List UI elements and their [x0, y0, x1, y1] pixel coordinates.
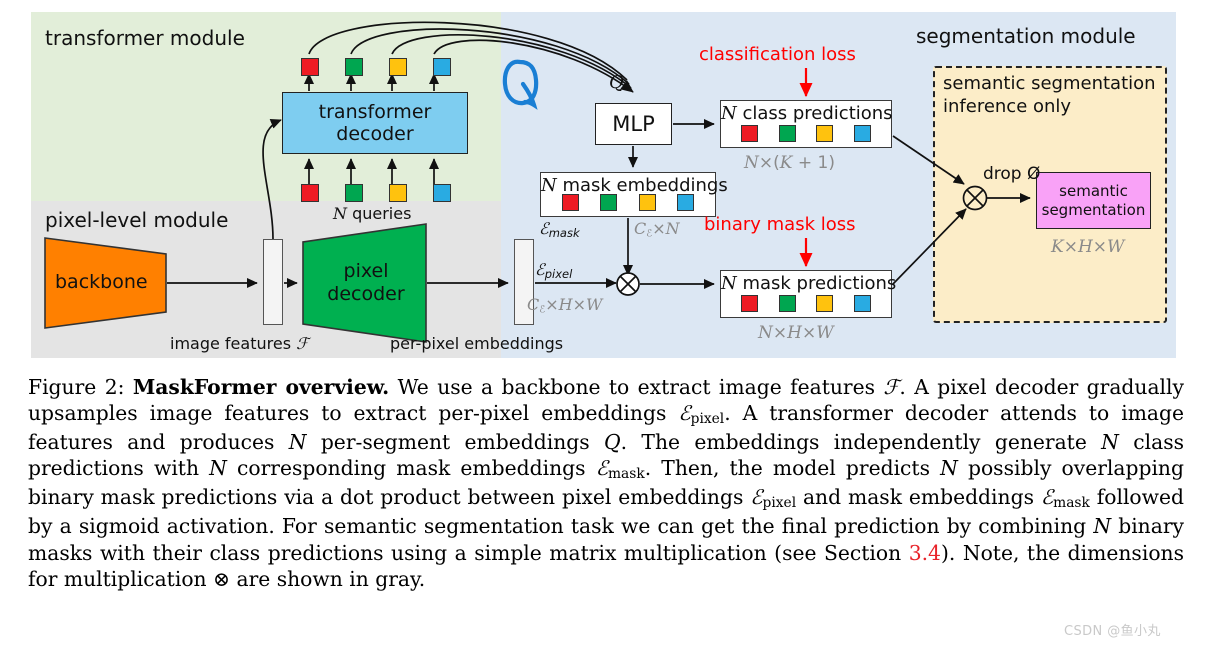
transformer-module-label: transformer module — [45, 26, 245, 50]
chip-yellow — [816, 295, 834, 312]
mask-predictions-title: N mask predictions — [721, 273, 897, 294]
caption-section-ref[interactable]: 3.4 — [909, 541, 941, 565]
chip-green — [345, 184, 363, 202]
chip-blue — [853, 125, 871, 142]
class-predictions-dim: N×(K + 1) — [744, 153, 835, 173]
chip-yellow — [638, 194, 656, 211]
chip-red — [741, 125, 759, 142]
backbone-label: backbone — [55, 271, 148, 293]
c-e-by-h-by-w-dim: Cℰ×H×W — [527, 295, 603, 316]
query-chips — [301, 184, 451, 202]
mask-embeddings-box: N mask embeddings — [540, 172, 728, 217]
n-queries-label: N queries — [333, 204, 412, 223]
chip-blue — [677, 194, 695, 211]
image-features-label: image features ℱ — [170, 334, 309, 353]
watermark: CSDN @鱼小丸 — [1064, 624, 1161, 639]
c-e-by-n-dim: Cℰ×N — [634, 219, 680, 240]
mask-predictions-dim: N×H×W — [758, 323, 834, 343]
figure-caption: Figure 2: MaskFormer overview. We use a … — [28, 375, 1185, 591]
pixel-decoder-label: pixel decoder — [323, 260, 409, 306]
mlp-box: MLP — [595, 103, 672, 145]
chip-red — [741, 295, 759, 312]
mask-predictions-box: N mask predictions — [720, 270, 897, 318]
chip-red — [301, 58, 319, 76]
chip-green — [778, 125, 796, 142]
binary-mask-loss-label: binary mask loss — [704, 214, 856, 235]
mask-embeddings-chips — [541, 194, 715, 211]
chip-green — [345, 58, 363, 76]
chip-red — [561, 194, 579, 211]
semantic-segmentation-line1: semantic — [1059, 181, 1128, 200]
transformer-decoder-line2: decoder — [336, 123, 414, 145]
e-pixel-label: ℰpixel — [535, 260, 573, 281]
per-pixel-embeddings-label: per-pixel embeddings — [390, 334, 564, 353]
semantic-segmentation-box: semantic segmentation — [1036, 172, 1151, 229]
chip-red — [301, 184, 319, 202]
e-mask-label: ℰmask — [539, 219, 580, 240]
chip-green — [778, 295, 796, 312]
transformer-decoder-box: transformer decoder — [282, 92, 468, 154]
inference-line1: semantic segmentation — [943, 73, 1156, 94]
pixel-level-module-label: pixel-level module — [45, 208, 229, 232]
mask-predictions-chips — [721, 295, 891, 312]
chip-yellow — [389, 58, 407, 76]
q-symbol-label: 𝑄 — [609, 72, 624, 93]
figure-diagram: transformer module pixel-level module se… — [31, 12, 1176, 358]
classification-loss-label: classification loss — [699, 44, 856, 65]
decoder-output-chips — [301, 58, 451, 76]
pixel-decoder-line1: pixel — [343, 260, 389, 282]
class-predictions-box: N class predictions — [720, 100, 893, 148]
class-predictions-title: N class predictions — [721, 103, 893, 124]
mask-embeddings-title: N mask embeddings — [541, 175, 728, 196]
chip-green — [600, 194, 618, 211]
pixel-decoder-line2: decoder — [327, 282, 405, 305]
image-features-column — [263, 239, 283, 325]
chip-yellow — [389, 184, 407, 202]
segmentation-module-label: segmentation module — [916, 24, 1136, 48]
inference-line2: inference only — [943, 96, 1072, 118]
chip-blue — [433, 58, 451, 76]
inference-only-label: semantic segmentation inference only — [943, 72, 1167, 118]
drop-null-label: drop Ø — [983, 164, 1041, 184]
chip-blue — [853, 295, 871, 312]
semantic-segmentation-line2: segmentation — [1041, 200, 1146, 219]
class-predictions-chips — [721, 125, 891, 142]
transformer-decoder-line1: transformer — [318, 101, 432, 123]
caption-title: MaskFormer overview. — [132, 375, 390, 399]
chip-blue — [433, 184, 451, 202]
semantic-segmentation-dim: K×H×W — [1051, 237, 1125, 257]
caption-figure-number: Figure 2: — [28, 375, 125, 399]
chip-yellow — [816, 125, 834, 142]
